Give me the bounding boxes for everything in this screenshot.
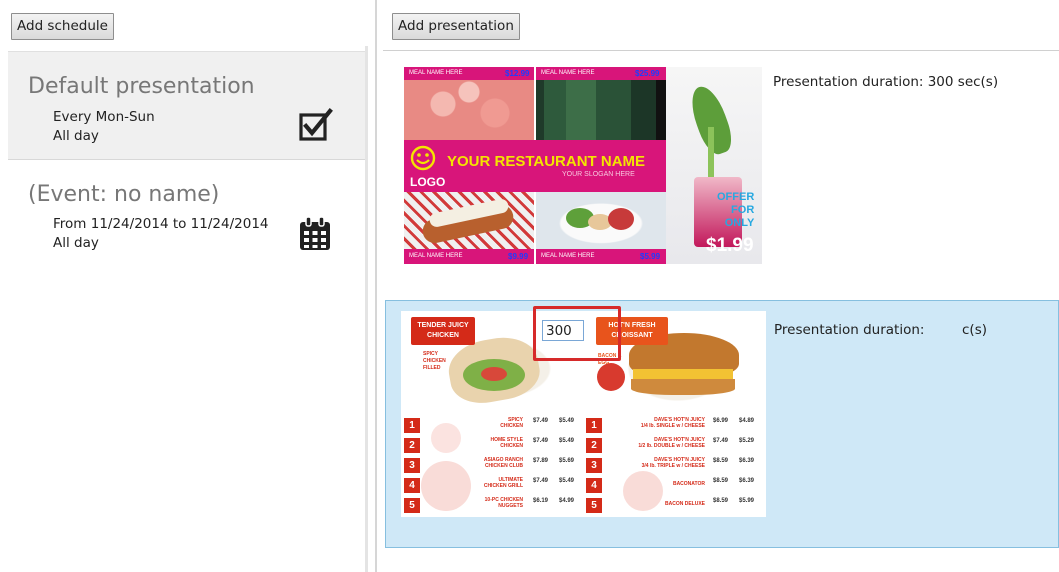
schedule-time: All day (53, 235, 99, 251)
menu-item-name: DAVE'S HOT'N JUICY 1/4 lb. SINGLE w / CHE… (640, 417, 705, 429)
menu-price: $7.49 (533, 418, 549, 424)
restaurant-name: YOUR RESTAURANT NAME (447, 153, 646, 170)
menu-number: 2 (404, 438, 420, 453)
add-schedule-button[interactable]: Add schedule (11, 13, 114, 40)
checkbox-checked-icon (299, 108, 333, 141)
menu-number: 3 (404, 458, 420, 473)
presentation-item[interactable]: MEAL NAME HERE $12.99 MEAL NAME HERE $25… (377, 51, 1059, 291)
menu-number: 1 (586, 418, 602, 433)
menu-item-name: ASIAGO RANCH CHICKEN CLUB (483, 457, 523, 469)
menu-number: 2 (586, 438, 602, 453)
promo-header-line: CROISSANT (611, 332, 653, 339)
promo-note-line: SPICY (423, 351, 439, 357)
salad-image (536, 192, 666, 249)
menu-price: $6.39 (739, 458, 755, 464)
menu-price: $6.99 (713, 418, 729, 424)
schedule-item-event[interactable]: (Event: no name) From 11/24/2014 to 11/2… (8, 160, 365, 270)
schedule-date-range: From 11/24/2014 to 11/24/2014 (53, 216, 269, 232)
menu-price: $5.49 (559, 478, 575, 484)
menu-item-name: SPICY CHICKEN (500, 417, 523, 429)
food-image (404, 80, 534, 140)
presentation-item-selected[interactable]: TENDER JUICY CHICKEN SPICY CHICKEN FILLE… (385, 300, 1059, 548)
menu-number: 4 (586, 478, 602, 493)
meal-price: $5.99 (640, 252, 661, 261)
menu-item-name: DAVE'S HOT'N JUICY 3/4 lb. TRIPLE w / CHE… (641, 457, 705, 469)
menu-number: 5 (404, 498, 420, 513)
menu-price: $8.59 (713, 498, 729, 504)
schedule-panel: Add schedule Default presentation Every … (0, 0, 375, 572)
schedule-item-default[interactable]: Default presentation Every Mon-Sun All d… (8, 51, 365, 160)
menu-item-name: ULTIMATE CHICKEN GRILL (483, 477, 523, 489)
meal-price: $25.99 (635, 69, 660, 78)
menu-number: 3 (586, 458, 602, 473)
promo-note-line: EGG (598, 360, 610, 366)
menu-price: $5.49 (559, 418, 575, 424)
menu-price: $4.89 (739, 418, 755, 424)
panel-divider (365, 46, 368, 572)
drink-image: OFFER FOR ONLY $1.99 (666, 67, 762, 264)
presentation-thumbnail: MEAL NAME HERE $12.99 MEAL NAME HERE $25… (404, 67, 762, 264)
presentation-duration: Presentation duration: 300 sec(s) (773, 74, 999, 90)
menu-price: $6.19 (533, 498, 549, 504)
calendar-icon (300, 216, 330, 250)
promo-header-line: CHICKEN (427, 332, 459, 339)
schedule-title: Default presentation (28, 74, 255, 99)
promo-header-line: HOT'N FRESH (608, 322, 656, 329)
menu-price: $7.49 (713, 438, 729, 444)
meal-label: MEAL NAME HERE (409, 253, 463, 259)
promo-note-line: CHICKEN (423, 358, 446, 364)
promo-note: SPICY CHICKEN FILLED (423, 351, 446, 372)
logo-text: LOGO (410, 175, 446, 189)
menu-item-name: DAVE'S HOT'N JUICY 1/2 lb. DOUBLE w / CHE… (638, 437, 705, 449)
promo-note: BACON & EGG (598, 353, 621, 367)
hotdog-image (404, 192, 534, 249)
menu-price: $7.49 (533, 438, 549, 444)
smiley-icon (410, 145, 436, 171)
promo-header-line: TENDER JUICY (417, 322, 469, 329)
schedule-recurrence: Every Mon-Sun (53, 109, 155, 125)
meal-price: $9.99 (508, 252, 529, 261)
forest-image (536, 80, 666, 140)
promo-note-line: FILLED (423, 365, 441, 371)
add-presentation-button[interactable]: Add presentation (392, 13, 520, 40)
menu-price: $5.49 (559, 438, 575, 444)
menu-price: $7.49 (533, 478, 549, 484)
duration-label: Presentation duration: (774, 322, 925, 338)
schedule-time: All day (53, 128, 99, 144)
slogan: YOUR SLOGAN HERE (562, 171, 635, 178)
menu-price: $4.99 (559, 498, 575, 504)
meal-price: $12.99 (505, 69, 530, 78)
menu-price: $7.89 (533, 458, 549, 464)
menu-price: $5.29 (739, 438, 755, 444)
offer-text: ONLY (724, 217, 755, 229)
menu-item-name: 10-PC CHICKEN NUGGETS (484, 497, 523, 509)
menu-number: 1 (404, 418, 420, 433)
offer-price: $1.99 (706, 235, 754, 256)
menu-item-name: BACON DELUXE (664, 501, 705, 507)
menu-price: $6.39 (739, 478, 755, 484)
meal-label: MEAL NAME HERE (541, 70, 595, 76)
offer-text: OFFER (717, 191, 755, 203)
meal-label: MEAL NAME HERE (541, 253, 595, 259)
promo-note-line: BACON & (598, 353, 622, 359)
meal-label: MEAL NAME HERE (409, 70, 463, 76)
menu-number: 5 (586, 498, 602, 513)
duration-unit-label: c(s) (962, 322, 987, 338)
restaurant-banner: YOUR RESTAURANT NAME YOUR SLOGAN HERE LO… (404, 140, 666, 192)
menu-price: $8.59 (713, 478, 729, 484)
duration-input[interactable] (542, 320, 584, 341)
schedule-title: (Event: no name) (28, 182, 220, 207)
menu-price: $5.99 (739, 498, 755, 504)
promo-header: TENDER JUICY CHICKEN (411, 317, 475, 345)
offer-text: FOR (731, 204, 755, 216)
menu-item-name: HOME STYLE CHICKEN (490, 437, 523, 449)
menu-price: $5.69 (559, 458, 575, 464)
menu-number: 4 (404, 478, 420, 493)
promo-header: HOT'N FRESH CROISSANT (596, 317, 668, 345)
menu-item-name: BACONATOR (672, 481, 705, 487)
presentation-thumbnail: TENDER JUICY CHICKEN SPICY CHICKEN FILLE… (401, 311, 766, 517)
menu-price: $8.59 (713, 458, 729, 464)
